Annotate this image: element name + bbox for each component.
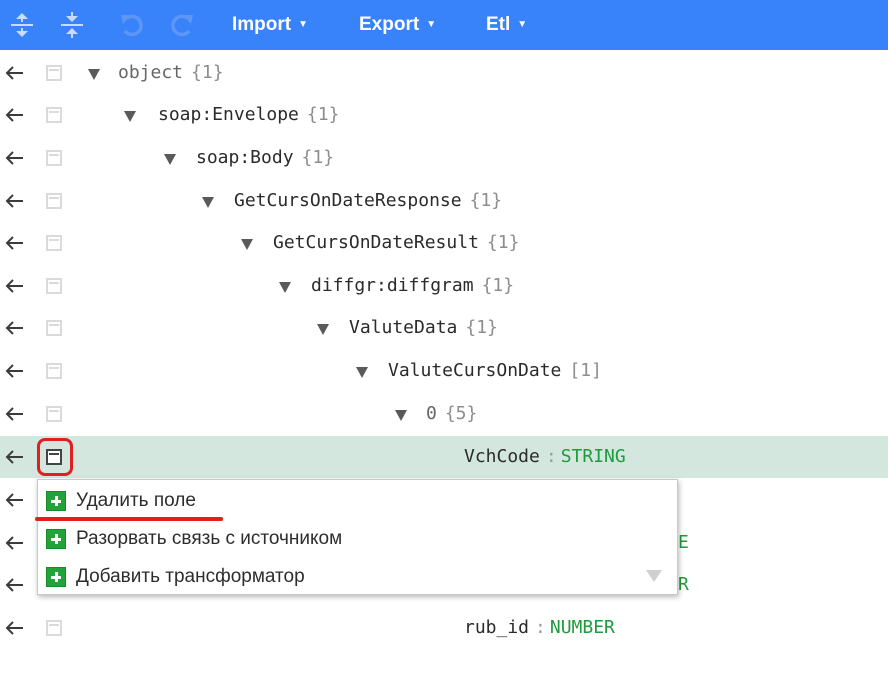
row-checkbox[interactable]: [42, 359, 66, 383]
context-menu: Удалить поле Разорвать связь с источнико…: [37, 479, 678, 595]
expand-all-icon[interactable]: [8, 10, 36, 40]
etl-menu[interactable]: Etl ▼: [486, 0, 527, 50]
plus-icon: [46, 567, 66, 587]
arrow-left-icon[interactable]: [3, 316, 27, 340]
node-count: {1}: [486, 232, 520, 253]
node-key: ValuteData: [349, 317, 458, 338]
key-type-separator: :: [535, 617, 546, 638]
tree-row-object[interactable]: object {1}: [0, 52, 888, 94]
expand-triangle-icon[interactable]: [356, 367, 368, 378]
tree-row-valutedata[interactable]: ValuteData {1}: [0, 307, 888, 349]
arrow-left-icon[interactable]: [3, 103, 27, 127]
arrow-left-icon[interactable]: [3, 274, 27, 298]
node-count: {1}: [191, 62, 224, 83]
arrow-left-icon[interactable]: [3, 61, 27, 85]
arrow-left-icon[interactable]: [3, 402, 27, 426]
expand-triangle-icon[interactable]: [88, 69, 100, 80]
node-count: {1}: [465, 317, 498, 338]
node-count: {1}: [469, 190, 503, 211]
node-key: 0: [426, 403, 437, 424]
node-key: ValuteCursOnDate: [388, 360, 562, 381]
arrow-left-icon[interactable]: [3, 231, 27, 255]
expand-triangle-icon[interactable]: [317, 324, 329, 335]
chevron-down-icon: ▼: [298, 19, 309, 30]
row-checkbox[interactable]: [42, 61, 66, 85]
node-key: soap:Body: [196, 147, 294, 168]
node-key: VchCode: [464, 446, 540, 467]
menu-item-label: Разорвать связь с источником: [76, 528, 343, 549]
expand-triangle-icon[interactable]: [202, 197, 214, 208]
collapse-all-icon[interactable]: [58, 10, 86, 40]
expand-triangle-icon[interactable]: [395, 410, 407, 421]
tree-row-getcursondateresponse[interactable]: GetCursOnDateResponse {1}: [0, 180, 888, 222]
row-checkbox[interactable]: [42, 316, 66, 340]
arrow-left-icon[interactable]: [3, 616, 27, 640]
arrow-left-icon[interactable]: [3, 189, 27, 213]
menu-item-label: Добавить трансформатор: [76, 566, 305, 587]
arrow-left-icon[interactable]: [3, 359, 27, 383]
toolbar: Import ▼ Export ▼ Etl ▼: [0, 0, 888, 50]
node-key: rub_id: [464, 617, 530, 638]
menu-item-unlink-source[interactable]: Разорвать связь с источником: [46, 524, 342, 554]
expand-triangle-icon[interactable]: [279, 282, 291, 293]
tree-row-rub-id[interactable]: rub_id: NUMBER: [0, 607, 888, 649]
node-type: E: [678, 532, 689, 553]
chevron-down-icon: ▼: [426, 19, 437, 30]
node-type: R: [678, 574, 689, 595]
tree-row-diffgram[interactable]: diffgr:diffgram {1}: [0, 265, 888, 307]
node-count: [1]: [569, 360, 602, 381]
node-key: object: [118, 62, 184, 83]
node-type: NUMBER: [549, 617, 615, 638]
arrow-left-icon[interactable]: [3, 531, 27, 555]
tree-row-index-0[interactable]: 0 {5}: [0, 393, 888, 435]
row-checkbox[interactable]: [42, 274, 66, 298]
undo-icon[interactable]: [118, 10, 146, 40]
etl-menu-label: Etl: [486, 14, 511, 35]
row-checkbox[interactable]: [42, 231, 66, 255]
chevron-down-icon: ▼: [517, 19, 528, 30]
node-count: {1}: [481, 275, 515, 296]
node-key: soap:Envelope: [158, 104, 299, 125]
row-checkbox[interactable]: [42, 616, 66, 640]
expand-triangle-icon[interactable]: [124, 111, 136, 122]
node-key: GetCursOnDateResult: [273, 232, 479, 253]
highlight-underline: [35, 517, 223, 521]
row-checkbox[interactable]: [42, 402, 66, 426]
plus-icon: [46, 491, 66, 511]
tree-row-valutecursondate[interactable]: ValuteCursOnDate [1]: [0, 350, 888, 392]
node-count: {1}: [306, 104, 340, 125]
node-count: {1}: [301, 147, 335, 168]
plus-icon: [46, 529, 66, 549]
tree-row-getcursondateresult[interactable]: GetCursOnDateResult {1}: [0, 222, 888, 264]
arrow-left-icon[interactable]: [3, 488, 27, 512]
checkbox-highlight-ring: [37, 438, 73, 476]
expand-triangle-icon[interactable]: [164, 154, 176, 165]
node-key: diffgr:diffgram: [311, 275, 474, 296]
tree-row-soap-envelope[interactable]: soap:Envelope {1}: [0, 94, 888, 136]
row-checkbox[interactable]: [42, 103, 66, 127]
scroll-down-icon[interactable]: [646, 570, 662, 582]
node-count: {5}: [444, 403, 478, 424]
row-checkbox[interactable]: [42, 146, 66, 170]
node-key: GetCursOnDateResponse: [234, 190, 462, 211]
key-type-separator: :: [545, 446, 557, 467]
import-menu[interactable]: Import ▼: [232, 0, 308, 50]
arrow-left-icon[interactable]: [3, 445, 27, 469]
arrow-left-icon[interactable]: [3, 573, 27, 597]
node-type: STRING: [560, 446, 626, 467]
redo-icon[interactable]: [168, 10, 196, 40]
row-checkbox[interactable]: [42, 189, 66, 213]
menu-item-label: Удалить поле: [76, 490, 196, 511]
menu-item-delete-field[interactable]: Удалить поле: [46, 486, 196, 516]
arrow-left-icon[interactable]: [3, 146, 27, 170]
expand-triangle-icon[interactable]: [241, 239, 253, 250]
tree-row-soap-body[interactable]: soap:Body {1}: [0, 137, 888, 179]
import-menu-label: Import: [232, 14, 292, 35]
export-menu-label: Export: [359, 14, 420, 35]
tree-row-vchcode[interactable]: VchCode: STRING: [0, 436, 888, 478]
menu-item-add-transformer[interactable]: Добавить трансформатор: [46, 562, 305, 592]
export-menu[interactable]: Export ▼: [359, 0, 436, 50]
